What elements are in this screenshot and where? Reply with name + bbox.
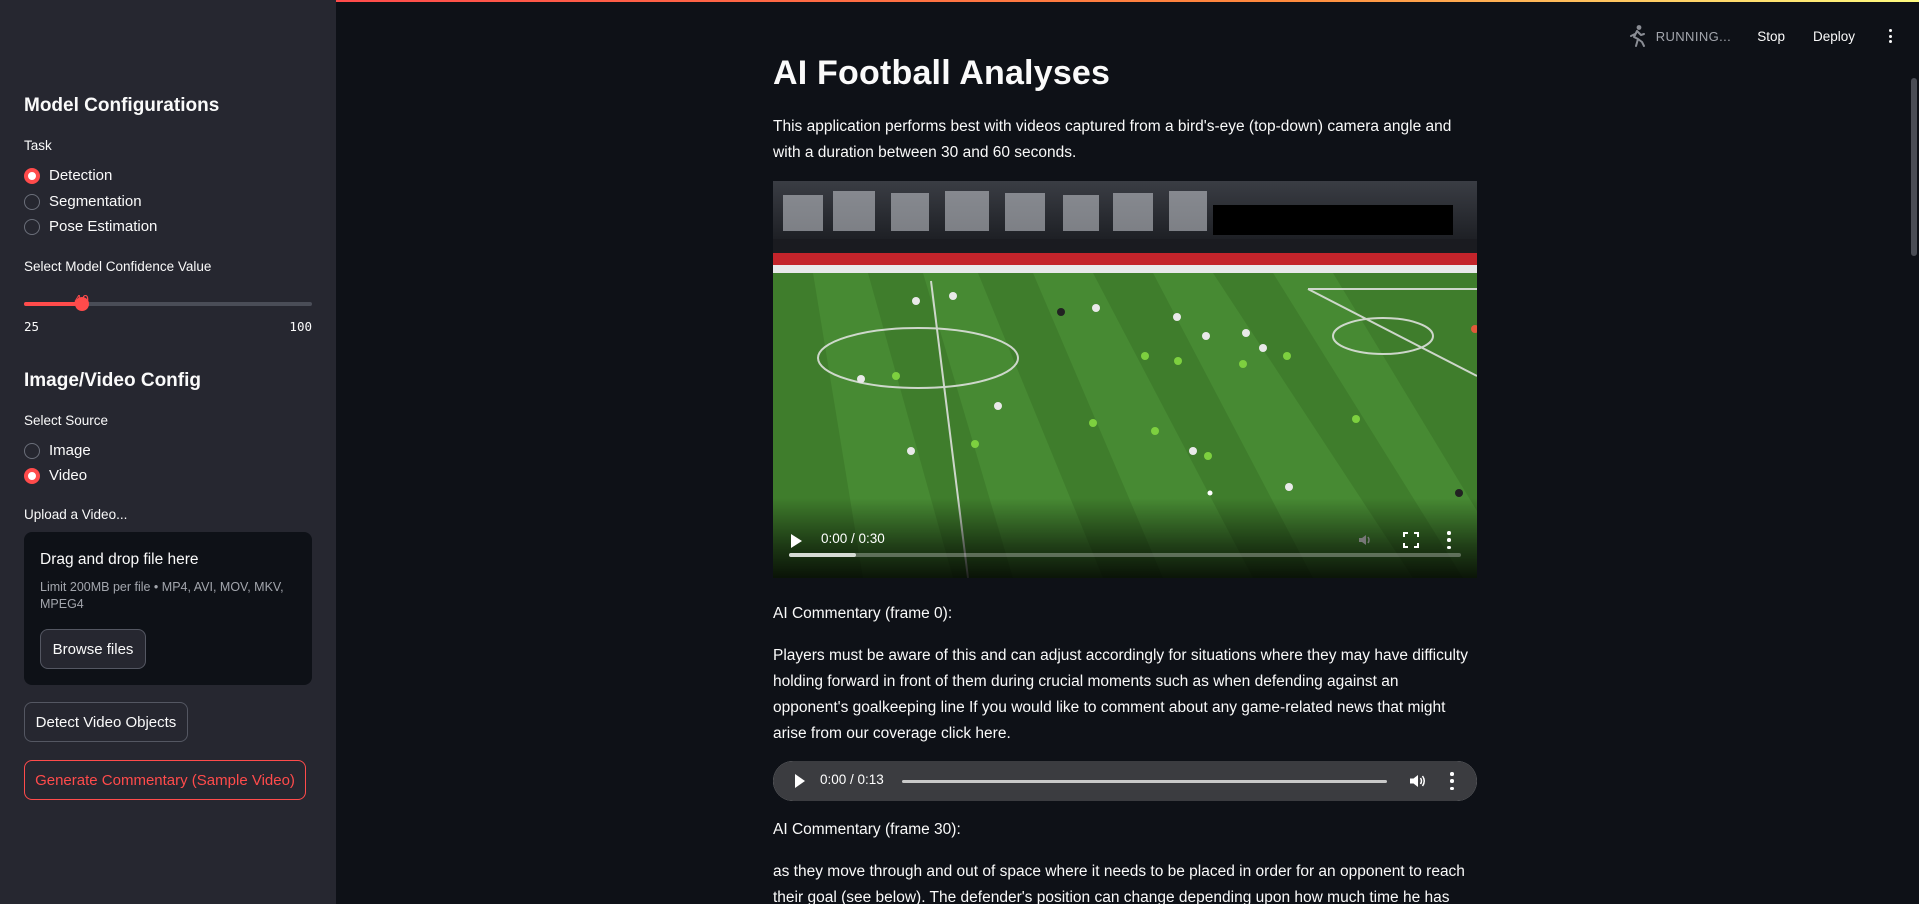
slider-min-label: 25	[24, 319, 40, 334]
main-menu-icon[interactable]	[1883, 26, 1897, 46]
commentary-frame-30-text: as they move through and out of space wh…	[773, 863, 1465, 904]
video-progress-fill	[789, 553, 857, 557]
sidebar: Model Configurations Task Detection Segm…	[0, 0, 336, 904]
generate-commentary-button[interactable]: Generate Commentary (Sample Video)	[24, 760, 306, 800]
audio-progress-bar[interactable]	[902, 780, 1387, 783]
task-option-label: Pose Estimation	[49, 218, 158, 235]
slider-value: 40	[74, 292, 90, 307]
running-man-icon	[1629, 25, 1645, 47]
video-more-icon[interactable]	[1447, 531, 1451, 549]
radio-unchecked-icon	[24, 218, 40, 235]
video-controls: 0:00 / 0:30	[773, 498, 1477, 578]
deploy-button[interactable]: Deploy	[1813, 29, 1855, 44]
radio-checked-icon	[24, 467, 40, 484]
top-decoration-bar	[336, 0, 1919, 2]
video-progress-bar[interactable]	[789, 553, 1461, 557]
commentary-frame-0-label: AI Commentary (frame 0):	[773, 605, 953, 622]
task-radio-detection[interactable]: Detection	[24, 167, 112, 184]
file-dropzone[interactable]: Drag and drop file here Limit 200MB per …	[24, 532, 312, 685]
radio-checked-icon	[24, 167, 40, 184]
audio-time: 0:00 / 0:13	[820, 772, 884, 787]
dropzone-limit: Limit 200MB per file • MP4, AVI, MOV, MK…	[40, 580, 284, 611]
audio-play-icon[interactable]	[795, 774, 805, 788]
app-toolbar: RUNNING... Stop Deploy	[1626, 22, 1897, 50]
source-radio-video[interactable]: Video	[24, 467, 87, 484]
browse-files-button[interactable]: Browse files	[40, 629, 146, 669]
commentary-frame-0-text: Players must be aware of this and can ad…	[773, 647, 1468, 742]
select-source-label: Select Source	[24, 413, 109, 428]
running-status: RUNNING...	[1655, 28, 1732, 44]
video-play-icon[interactable]	[791, 534, 802, 548]
video-volume-icon[interactable]	[1357, 532, 1373, 548]
slider-fill	[24, 302, 82, 306]
audio-volume-icon[interactable]	[1409, 773, 1427, 789]
dropzone-title: Drag and drop file here	[40, 551, 199, 568]
page-title: AI Football Analyses	[773, 54, 1111, 92]
page-scrollbar[interactable]	[1911, 78, 1917, 256]
task-option-label: Segmentation	[49, 193, 142, 210]
task-option-label: Detection	[49, 167, 113, 184]
radio-unchecked-icon	[24, 442, 40, 459]
task-label: Task	[24, 138, 52, 153]
intro-text: This application performs best with vide…	[773, 118, 1452, 161]
source-option-label: Image	[49, 442, 91, 459]
source-config-heading: Image/Video Config	[24, 370, 202, 391]
model-config-heading: Model Configurations	[24, 95, 220, 116]
source-radio-image[interactable]: Image	[24, 442, 91, 459]
task-radio-pose-estimation[interactable]: Pose Estimation	[24, 218, 157, 235]
stop-button[interactable]: Stop	[1757, 29, 1785, 44]
video-player[interactable]: 0:00 / 0:30	[773, 181, 1477, 578]
audio-more-icon[interactable]	[1450, 772, 1454, 790]
confidence-slider[interactable]: 40 25 100	[24, 287, 312, 347]
fullscreen-icon[interactable]	[1403, 532, 1419, 548]
slider-track[interactable]: 40	[24, 292, 312, 311]
confidence-label: Select Model Confidence Value	[24, 259, 212, 274]
slider-max-label: 100	[289, 319, 312, 334]
audio-player[interactable]: 0:00 / 0:13	[773, 761, 1477, 801]
video-time: 0:00 / 0:30	[821, 531, 885, 546]
commentary-frame-30-label: AI Commentary (frame 30):	[773, 821, 961, 838]
source-option-label: Video	[49, 467, 88, 484]
detect-video-objects-button[interactable]: Detect Video Objects	[24, 702, 188, 742]
radio-unchecked-icon	[24, 193, 40, 210]
task-radio-segmentation[interactable]: Segmentation	[24, 193, 142, 210]
upload-label: Upload a Video...	[24, 507, 128, 522]
